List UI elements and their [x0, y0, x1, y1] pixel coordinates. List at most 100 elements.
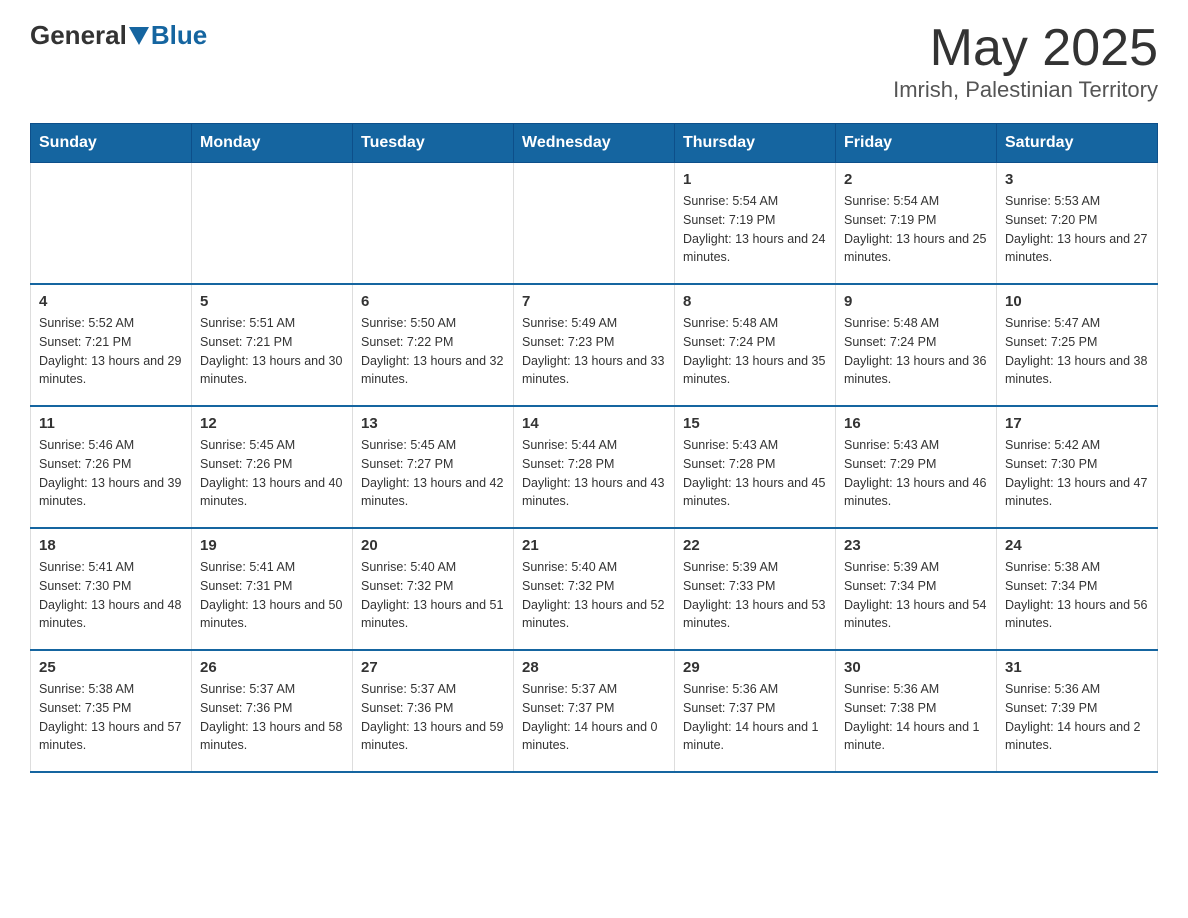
day-number: 30: [844, 659, 988, 676]
calendar-day-cell: 17 Sunrise: 5:42 AMSunset: 7:30 PMDayligh…: [997, 406, 1158, 528]
day-info: Sunrise: 5:39 AMSunset: 7:33 PMDaylight:…: [683, 558, 827, 633]
calendar-week-row: 11 Sunrise: 5:46 AMSunset: 7:26 PMDayligh…: [31, 406, 1158, 528]
day-number: 24: [1005, 537, 1149, 554]
logo-arrow-icon: [129, 27, 149, 45]
day-number: 6: [361, 293, 505, 310]
calendar-day-cell: 25Sunrise: 5:38 AMSunset: 7:35 PMDayligh…: [31, 650, 192, 772]
day-number: 13: [361, 415, 505, 432]
calendar-day-cell: 16Sunrise: 5:43 AMSunset: 7:29 PMDayligh…: [836, 406, 997, 528]
calendar-week-row: 18Sunrise: 5:41 AMSunset: 7:30 PMDayligh…: [31, 528, 1158, 650]
day-number: 28: [522, 659, 666, 676]
logo-blue-text: Blue: [151, 20, 207, 51]
day-number: 8: [683, 293, 827, 310]
day-number: 15: [683, 415, 827, 432]
day-number: 14: [522, 415, 666, 432]
day-info: Sunrise: 5:42 AMSunset: 7:30 PMDaylight:…: [1005, 436, 1149, 511]
calendar-day-cell: 30 Sunrise: 5:36 AMSunset: 7:38 PMDayligh…: [836, 650, 997, 772]
calendar-day-cell: 2 Sunrise: 5:54 AMSunset: 7:19 PMDaylight…: [836, 163, 997, 285]
calendar-day-cell: 8 Sunrise: 5:48 AMSunset: 7:24 PMDaylight…: [675, 284, 836, 406]
calendar-day-cell: 5 Sunrise: 5:51 AMSunset: 7:21 PMDaylight…: [192, 284, 353, 406]
day-info: Sunrise: 5:45 AMSunset: 7:27 PMDaylight:…: [361, 436, 505, 511]
day-number: 22: [683, 537, 827, 554]
calendar-day-cell: 31 Sunrise: 5:36 AMSunset: 7:39 PMDayligh…: [997, 650, 1158, 772]
day-info: Sunrise: 5:41 AMSunset: 7:31 PMDaylight:…: [200, 558, 344, 633]
calendar-body: 1 Sunrise: 5:54 AMSunset: 7:19 PMDaylight…: [31, 163, 1158, 773]
day-info: Sunrise: 5:50 AMSunset: 7:22 PMDaylight:…: [361, 314, 505, 389]
calendar-day-cell: [353, 163, 514, 285]
calendar-week-row: 1 Sunrise: 5:54 AMSunset: 7:19 PMDaylight…: [31, 163, 1158, 285]
day-info: Sunrise: 5:36 AMSunset: 7:39 PMDaylight:…: [1005, 680, 1149, 755]
calendar-week-row: 25Sunrise: 5:38 AMSunset: 7:35 PMDayligh…: [31, 650, 1158, 772]
calendar-day-cell: 19 Sunrise: 5:41 AMSunset: 7:31 PMDayligh…: [192, 528, 353, 650]
page-header: General Blue May 2025 Imrish, Palestinia…: [30, 20, 1158, 103]
day-number: 17: [1005, 415, 1149, 432]
day-info: Sunrise: 5:48 AMSunset: 7:24 PMDaylight:…: [683, 314, 827, 389]
calendar-table: SundayMondayTuesdayWednesdayThursdayFrid…: [30, 123, 1158, 773]
day-info: Sunrise: 5:43 AMSunset: 7:29 PMDaylight:…: [844, 436, 988, 511]
calendar-day-cell: 21 Sunrise: 5:40 AMSunset: 7:32 PMDayligh…: [514, 528, 675, 650]
day-number: 1: [683, 171, 827, 188]
day-info: Sunrise: 5:46 AMSunset: 7:26 PMDaylight:…: [39, 436, 183, 511]
logo-general-text: General: [30, 20, 127, 51]
day-info: Sunrise: 5:49 AMSunset: 7:23 PMDaylight:…: [522, 314, 666, 389]
calendar-day-cell: 29Sunrise: 5:36 AMSunset: 7:37 PMDayligh…: [675, 650, 836, 772]
day-info: Sunrise: 5:37 AMSunset: 7:36 PMDaylight:…: [361, 680, 505, 755]
day-number: 26: [200, 659, 344, 676]
title-block: May 2025 Imrish, Palestinian Territory: [893, 20, 1158, 103]
weekday-header-sunday: Sunday: [31, 124, 192, 163]
day-info: Sunrise: 5:48 AMSunset: 7:24 PMDaylight:…: [844, 314, 988, 389]
weekday-header-friday: Friday: [836, 124, 997, 163]
calendar-day-cell: 11 Sunrise: 5:46 AMSunset: 7:26 PMDayligh…: [31, 406, 192, 528]
day-number: 25: [39, 659, 183, 676]
weekday-header-tuesday: Tuesday: [353, 124, 514, 163]
calendar-day-cell: 24 Sunrise: 5:38 AMSunset: 7:34 PMDayligh…: [997, 528, 1158, 650]
day-number: 29: [683, 659, 827, 676]
day-number: 5: [200, 293, 344, 310]
month-title: May 2025: [893, 20, 1158, 77]
calendar-day-cell: 23Sunrise: 5:39 AMSunset: 7:34 PMDayligh…: [836, 528, 997, 650]
day-info: Sunrise: 5:37 AMSunset: 7:37 PMDaylight:…: [522, 680, 666, 755]
weekday-header-row: SundayMondayTuesdayWednesdayThursdayFrid…: [31, 124, 1158, 163]
weekday-header-saturday: Saturday: [997, 124, 1158, 163]
calendar-day-cell: [514, 163, 675, 285]
day-info: Sunrise: 5:40 AMSunset: 7:32 PMDaylight:…: [361, 558, 505, 633]
calendar-day-cell: 6 Sunrise: 5:50 AMSunset: 7:22 PMDaylight…: [353, 284, 514, 406]
calendar-day-cell: 22 Sunrise: 5:39 AMSunset: 7:33 PMDayligh…: [675, 528, 836, 650]
calendar-day-cell: 7 Sunrise: 5:49 AMSunset: 7:23 PMDaylight…: [514, 284, 675, 406]
day-number: 3: [1005, 171, 1149, 188]
day-number: 2: [844, 171, 988, 188]
day-info: Sunrise: 5:40 AMSunset: 7:32 PMDaylight:…: [522, 558, 666, 633]
day-number: 27: [361, 659, 505, 676]
day-info: Sunrise: 5:54 AMSunset: 7:19 PMDaylight:…: [844, 192, 988, 267]
calendar-week-row: 4 Sunrise: 5:52 AMSunset: 7:21 PMDaylight…: [31, 284, 1158, 406]
calendar-header: SundayMondayTuesdayWednesdayThursdayFrid…: [31, 124, 1158, 163]
calendar-day-cell: [31, 163, 192, 285]
day-info: Sunrise: 5:38 AMSunset: 7:34 PMDaylight:…: [1005, 558, 1149, 633]
day-info: Sunrise: 5:53 AMSunset: 7:20 PMDaylight:…: [1005, 192, 1149, 267]
day-info: Sunrise: 5:54 AMSunset: 7:19 PMDaylight:…: [683, 192, 827, 267]
day-number: 11: [39, 415, 183, 432]
day-number: 12: [200, 415, 344, 432]
day-info: Sunrise: 5:43 AMSunset: 7:28 PMDaylight:…: [683, 436, 827, 511]
weekday-header-thursday: Thursday: [675, 124, 836, 163]
day-number: 19: [200, 537, 344, 554]
day-info: Sunrise: 5:47 AMSunset: 7:25 PMDaylight:…: [1005, 314, 1149, 389]
day-info: Sunrise: 5:45 AMSunset: 7:26 PMDaylight:…: [200, 436, 344, 511]
day-info: Sunrise: 5:36 AMSunset: 7:38 PMDaylight:…: [844, 680, 988, 755]
logo: General Blue: [30, 20, 207, 51]
calendar-day-cell: 10Sunrise: 5:47 AMSunset: 7:25 PMDayligh…: [997, 284, 1158, 406]
calendar-day-cell: 26Sunrise: 5:37 AMSunset: 7:36 PMDayligh…: [192, 650, 353, 772]
calendar-day-cell: 15 Sunrise: 5:43 AMSunset: 7:28 PMDayligh…: [675, 406, 836, 528]
day-number: 4: [39, 293, 183, 310]
day-info: Sunrise: 5:52 AMSunset: 7:21 PMDaylight:…: [39, 314, 183, 389]
day-number: 9: [844, 293, 988, 310]
weekday-header-monday: Monday: [192, 124, 353, 163]
day-info: Sunrise: 5:41 AMSunset: 7:30 PMDaylight:…: [39, 558, 183, 633]
day-number: 21: [522, 537, 666, 554]
day-number: 7: [522, 293, 666, 310]
day-number: 31: [1005, 659, 1149, 676]
calendar-day-cell: 1 Sunrise: 5:54 AMSunset: 7:19 PMDaylight…: [675, 163, 836, 285]
day-info: Sunrise: 5:51 AMSunset: 7:21 PMDaylight:…: [200, 314, 344, 389]
calendar-day-cell: 12 Sunrise: 5:45 AMSunset: 7:26 PMDayligh…: [192, 406, 353, 528]
day-info: Sunrise: 5:39 AMSunset: 7:34 PMDaylight:…: [844, 558, 988, 633]
